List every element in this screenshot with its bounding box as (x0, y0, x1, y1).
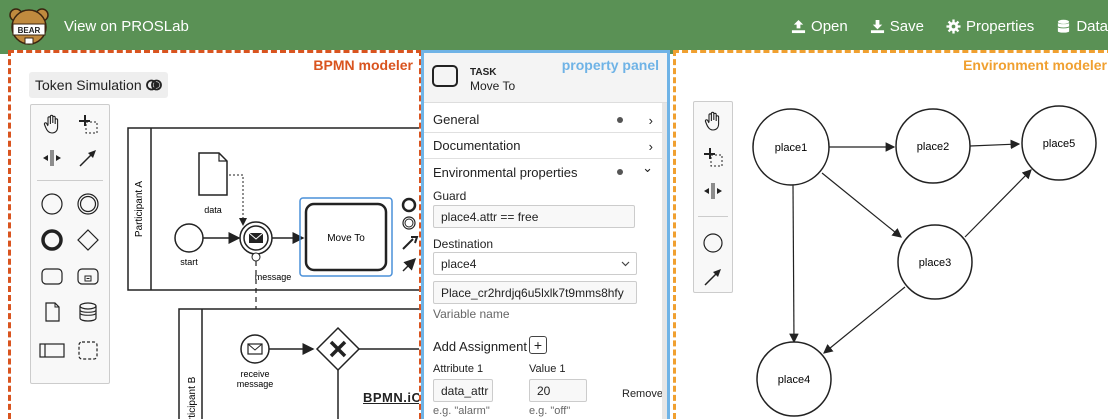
bpmn-io-watermark[interactable]: BPMN.iO (363, 390, 419, 405)
add-assignment-label: Add Assignment (433, 339, 527, 354)
remove-assignment-button[interactable]: Remove (622, 388, 663, 400)
move-to-task-label: Move To (327, 233, 365, 244)
gateway-tool-icon[interactable] (75, 227, 101, 253)
attribute-label: Attribute 1 (433, 363, 484, 375)
destination-select[interactable]: place4 (433, 252, 637, 275)
group-general-dot (617, 117, 623, 123)
value-label: Value 1 (529, 363, 566, 375)
attribute-hint: e.g. "alarm" (433, 405, 490, 417)
message-event-label: message (255, 272, 292, 282)
chevron-right-icon: › (648, 139, 653, 154)
receive-message-label-1: receive (240, 369, 269, 379)
data-object-label: data (204, 205, 222, 215)
data-button[interactable]: Data (1056, 18, 1108, 35)
subprocess-tool-icon[interactable] (75, 263, 101, 289)
destination-value: place4 (441, 256, 477, 271)
group-documentation-label: Documentation (433, 138, 521, 153)
pool-tool-icon[interactable] (39, 337, 65, 363)
connect-tool-icon[interactable] (75, 145, 101, 171)
bear-logo[interactable]: BEAR (8, 7, 50, 47)
view-on-proslab-link[interactable]: View on PROSLab (64, 18, 189, 35)
guard-input[interactable]: place4.attr == free (433, 205, 635, 228)
group-environmental-label: Environmental properties (433, 164, 578, 180)
participant-b-label: Participant B (187, 376, 198, 419)
chevron-down-icon: ⌄ (642, 160, 653, 175)
add-assignment-button[interactable]: + (529, 336, 547, 354)
download-icon (870, 19, 884, 34)
guard-label: Guard (433, 189, 467, 203)
place2-label: place2 (917, 141, 949, 153)
open-label: Open (811, 18, 848, 35)
end-event-tool-icon[interactable] (39, 227, 65, 253)
attribute-input[interactable]: data_attr (433, 379, 493, 402)
value-input[interactable]: 20 (529, 379, 587, 402)
data-store-tool-icon[interactable] (75, 299, 101, 325)
element-type: TASK (470, 67, 497, 78)
intermediate-event-tool-icon[interactable] (75, 191, 101, 217)
space-tool-icon[interactable] (39, 145, 65, 171)
start-event[interactable] (174, 223, 204, 253)
place-node-place5[interactable]: place5 (1021, 105, 1097, 181)
destination-label: Destination (433, 237, 494, 251)
open-button[interactable]: Open (791, 18, 848, 35)
variable-name-input[interactable]: Place_cr2hrdjq6u5lxlk7t9mms8hfy (433, 281, 637, 304)
group-general-label: General (433, 112, 480, 127)
place1-label: place1 (775, 142, 807, 154)
gear-icon (946, 19, 961, 34)
svg-text:BEAR: BEAR (18, 26, 41, 35)
group-documentation[interactable]: Documentation › (424, 133, 667, 159)
data-label: Data (1076, 18, 1108, 35)
group-environmental-properties[interactable]: Environmental properties ⌄ (424, 159, 667, 185)
place5-label: place5 (1043, 138, 1075, 150)
data-object-tool-icon[interactable] (39, 299, 65, 325)
chevron-right-icon: › (648, 113, 653, 128)
place3-label: place3 (919, 257, 951, 269)
variable-name-label: Variable name (433, 307, 510, 321)
properties-button[interactable]: Properties (946, 18, 1034, 35)
group-general[interactable]: General › (424, 107, 667, 133)
place-node-place1[interactable]: place1 (752, 108, 830, 186)
property-panel-title: property panel (561, 57, 659, 73)
participant-a-label: Participant A (134, 181, 145, 237)
task-tool-icon[interactable] (39, 263, 65, 289)
start-event-label: start (180, 257, 198, 267)
start-event-tool-icon[interactable] (39, 191, 65, 217)
place4-label: place4 (778, 374, 810, 386)
place-node-place3[interactable]: place3 (897, 224, 973, 300)
property-panel: TASK Move To property panel General › Do… (421, 50, 670, 419)
property-panel-scrollbar[interactable] (662, 103, 667, 419)
environment-modeler-panel: Environment modeler place1 place2 place5… (673, 50, 1108, 419)
chevron-down-icon (621, 261, 630, 267)
group-environmental-dot (617, 169, 623, 175)
place-node-place4[interactable]: place4 (756, 341, 832, 417)
properties-label: Properties (965, 18, 1035, 35)
place-node-place2[interactable]: place2 (895, 108, 971, 184)
top-navbar: BEAR View on PROSLab Open Save Propertie… (0, 0, 1108, 54)
save-label: Save (889, 18, 924, 35)
database-icon (1057, 19, 1070, 33)
upload-icon (791, 19, 806, 34)
data-object[interactable] (198, 152, 228, 196)
environment-diagram[interactable]: place1 place2 place5 place3 place4 (676, 53, 1108, 419)
receive-message-label-2: message (237, 379, 274, 389)
context-end-event-icon[interactable] (401, 197, 417, 213)
lasso-tool-icon[interactable] (75, 111, 101, 137)
task-icon (432, 65, 458, 87)
bpmn-palette (30, 104, 110, 384)
hand-tool-icon[interactable] (39, 111, 65, 137)
value-hint: e.g. "off" (529, 405, 571, 417)
group-tool-icon[interactable] (75, 337, 101, 363)
element-name: Move To (470, 79, 516, 93)
bpmn-modeler-panel: BPMN modeler Token Simulation Participan… (8, 50, 422, 419)
save-button[interactable]: Save (870, 18, 924, 35)
